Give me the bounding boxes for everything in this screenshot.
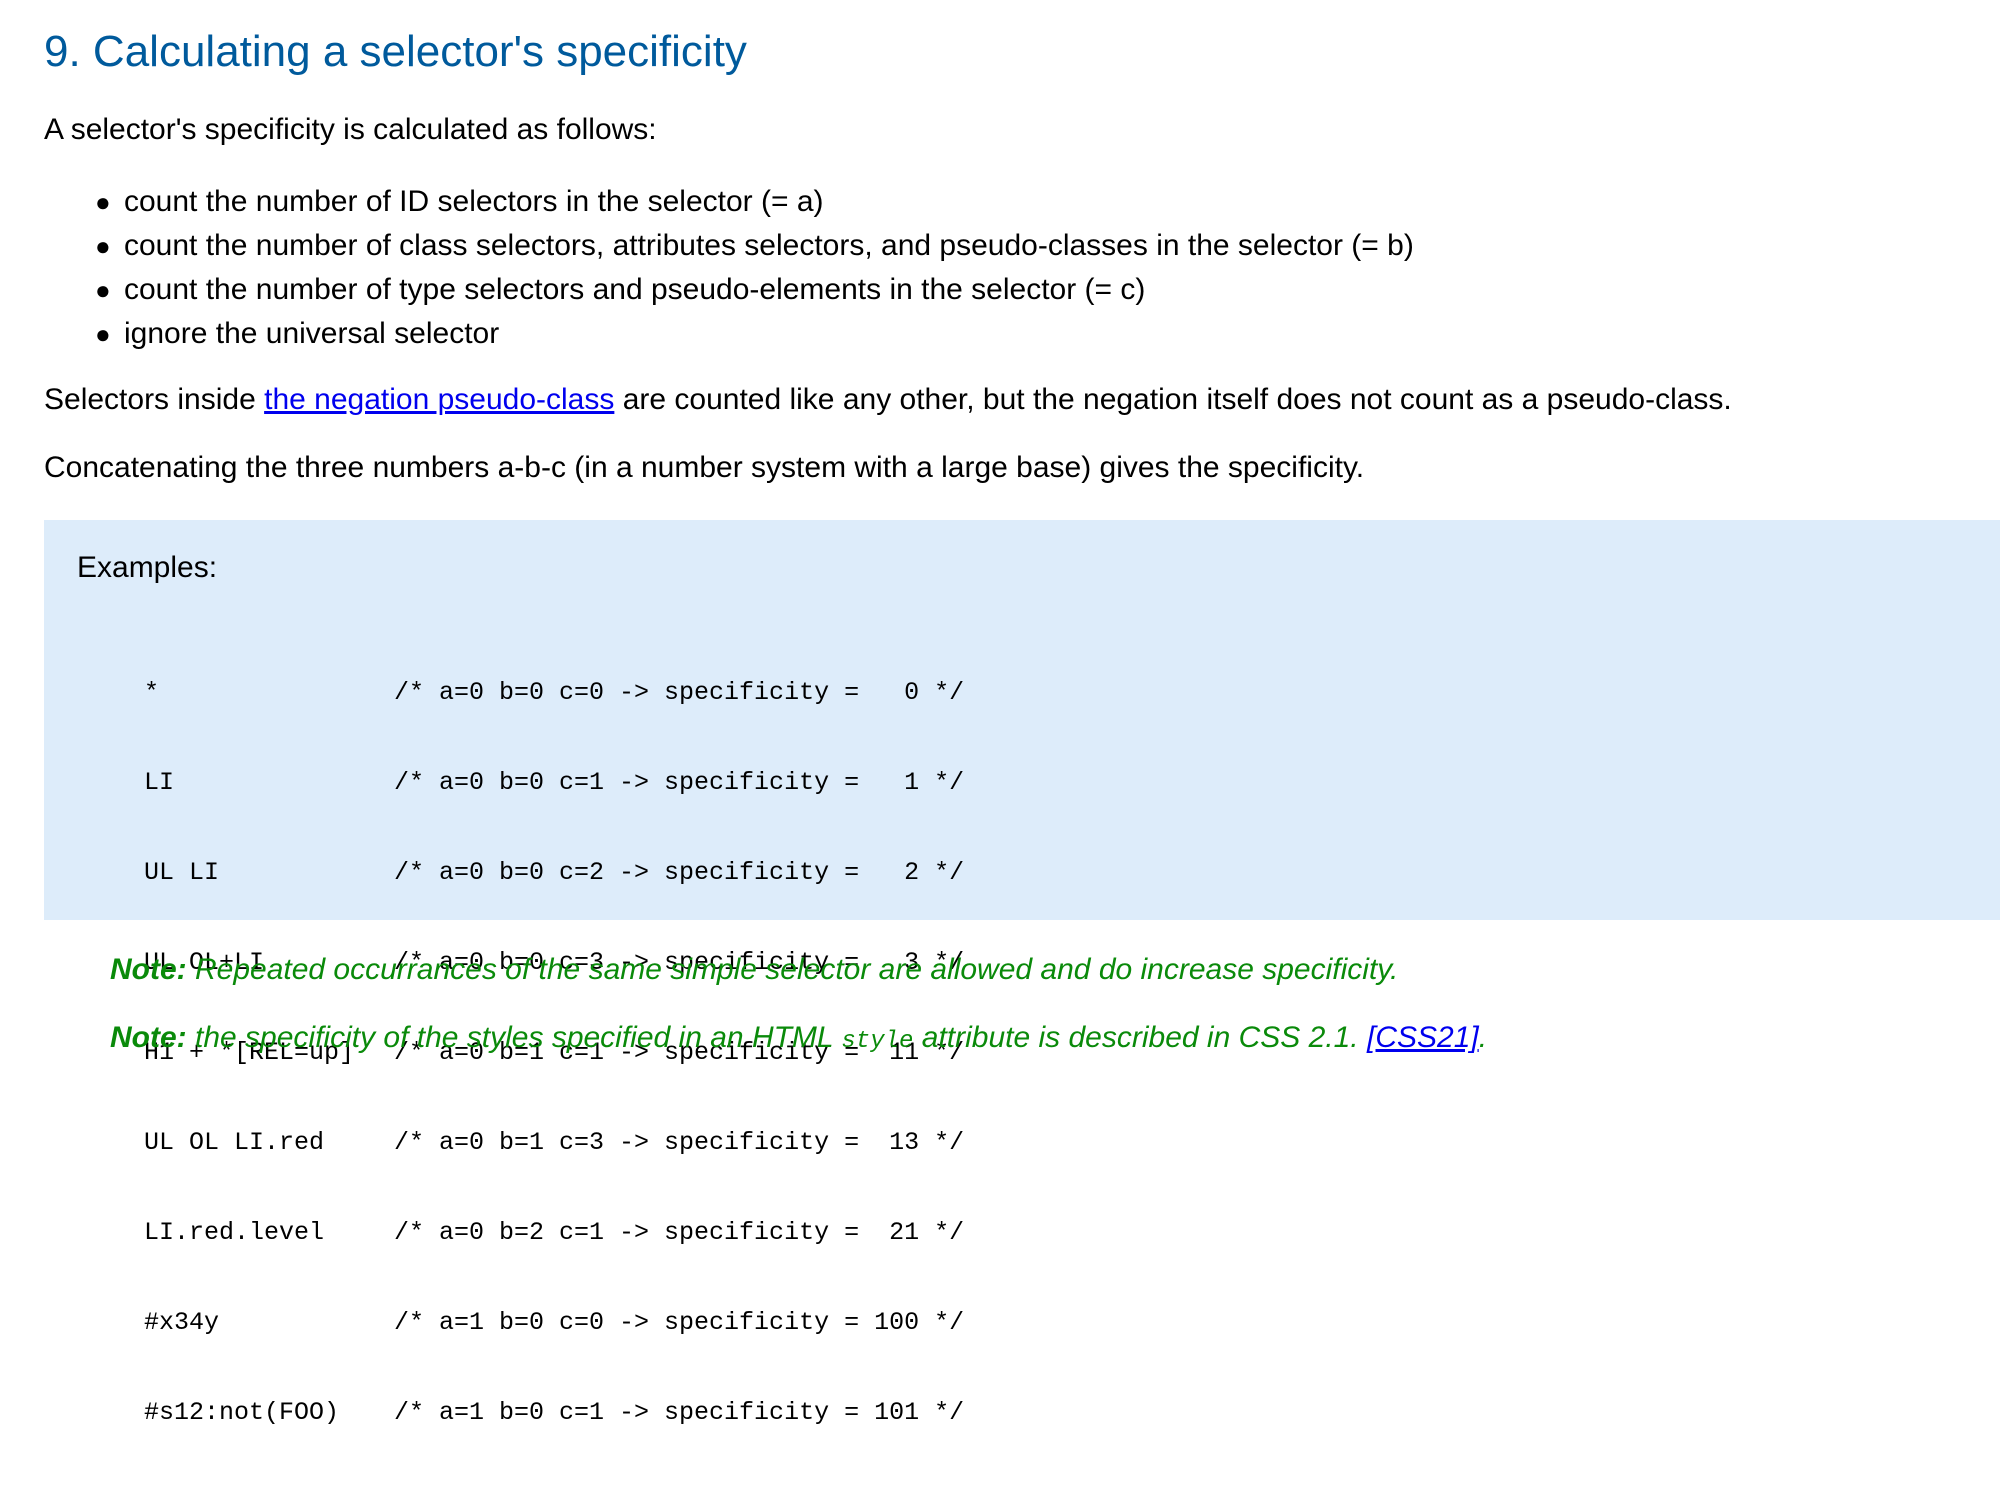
examples-heading: Examples: bbox=[77, 551, 218, 584]
example-row: * /* a=0 b=0 c=0 -> specificity = 0 */ bbox=[144, 678, 964, 708]
note-style-attribute: Note: the specificity of the styles spec… bbox=[110, 1018, 1487, 1062]
example-selector: #x34y bbox=[144, 1308, 220, 1337]
example-row: #x34y /* a=1 b=0 c=0 -> specificity = 100… bbox=[144, 1308, 964, 1338]
note-text-after: . bbox=[1478, 1021, 1488, 1054]
css21-reference-link[interactable]: [CSS21] bbox=[1367, 1021, 1479, 1054]
list-item-text: count the number of ID selectors in the … bbox=[124, 185, 824, 218]
example-selector: LI bbox=[144, 768, 175, 797]
bullet-icon: ● bbox=[95, 319, 111, 349]
example-specificity: /* a=1 b=0 c=1 -> specificity = 101 */ bbox=[394, 1398, 965, 1427]
section-title: 9. Calculating a selector's specificity bbox=[44, 27, 747, 76]
list-item: ● count the number of ID selectors in the… bbox=[95, 180, 1414, 224]
negation-text-after: are counted like any other, but the nega… bbox=[614, 383, 1732, 416]
example-specificity: /* a=0 b=0 c=0 -> specificity = 0 */ bbox=[394, 678, 965, 707]
example-selector: LI.red.level bbox=[144, 1218, 325, 1247]
example-specificity: /* a=0 b=2 c=1 -> specificity = 21 */ bbox=[394, 1218, 965, 1247]
note-label: Note: bbox=[110, 1021, 187, 1054]
example-specificity: /* a=1 b=0 c=0 -> specificity = 100 */ bbox=[394, 1308, 965, 1337]
examples-box: Examples: * /* a=0 b=0 c=0 -> specificity… bbox=[44, 520, 2000, 1427]
example-selector: UL LI bbox=[144, 858, 220, 887]
example-row: UL LI /* a=0 b=0 c=2 -> specificity = 2 *… bbox=[144, 858, 964, 888]
example-selector: * bbox=[144, 678, 160, 707]
note-repeated-selectors: Note: Repeated occurrances of the same s… bbox=[110, 950, 1398, 990]
example-row: #s12:not(FOO) /* a=1 b=0 c=1 -> specifici… bbox=[144, 1398, 964, 1428]
negation-pseudo-class-link[interactable]: the negation pseudo-class bbox=[264, 383, 614, 416]
list-item: ● count the number of type selectors and … bbox=[95, 268, 1414, 312]
list-item-text: count the number of type selectors and p… bbox=[124, 273, 1146, 306]
bullet-icon: ● bbox=[95, 187, 111, 217]
example-row: LI.red.level /* a=0 b=2 c=1 -> specificit… bbox=[144, 1218, 964, 1248]
note-label: Note: bbox=[110, 953, 187, 986]
note-text: Repeated occurrances of the same simple … bbox=[186, 953, 1399, 986]
example-selector: UL OL LI.red bbox=[144, 1128, 325, 1157]
example-specificity: /* a=0 b=0 c=1 -> specificity = 1 */ bbox=[394, 768, 965, 797]
style-attribute-code: style bbox=[841, 1028, 914, 1055]
negation-paragraph: Selectors inside the negation pseudo-cla… bbox=[44, 380, 1732, 420]
list-item-text: count the number of class selectors, att… bbox=[124, 229, 1414, 262]
specificity-rules-list: ● count the number of ID selectors in the… bbox=[44, 180, 1414, 356]
list-item: ● ignore the universal selector bbox=[95, 312, 1414, 356]
concatenation-paragraph: Concatenating the three numbers a-b-c (i… bbox=[44, 451, 1365, 484]
bullet-icon: ● bbox=[95, 231, 111, 261]
bullet-icon: ● bbox=[95, 275, 111, 305]
example-selector: #s12:not(FOO) bbox=[144, 1398, 340, 1427]
list-item-text: ignore the universal selector bbox=[124, 317, 500, 350]
example-row: UL OL LI.red /* a=0 b=1 c=3 -> specificit… bbox=[144, 1128, 964, 1158]
example-specificity: /* a=0 b=0 c=2 -> specificity = 2 */ bbox=[394, 858, 965, 887]
note-text-before: the specificity of the styles specified … bbox=[186, 1021, 842, 1054]
list-item: ● count the number of class selectors, at… bbox=[95, 224, 1414, 268]
intro-paragraph: A selector's specificity is calculated a… bbox=[44, 113, 657, 146]
negation-text-before: Selectors inside bbox=[44, 383, 265, 416]
example-row: LI /* a=0 b=0 c=1 -> specificity = 1 */ bbox=[144, 768, 964, 798]
example-specificity: /* a=0 b=1 c=3 -> specificity = 13 */ bbox=[394, 1128, 965, 1157]
note-text-middle: attribute is described in CSS 2.1. bbox=[913, 1021, 1367, 1054]
